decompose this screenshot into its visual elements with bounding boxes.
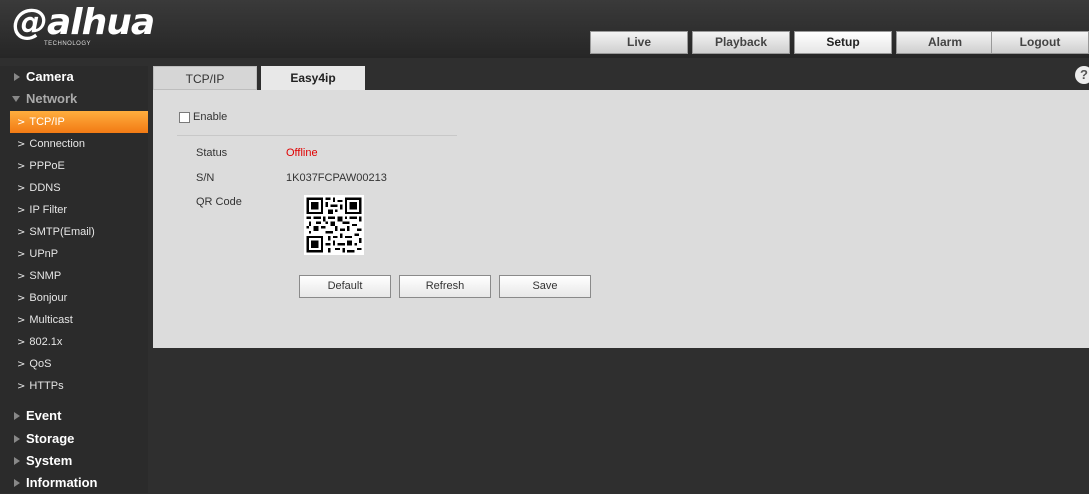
- collapse-arrow-icon: [12, 95, 20, 102]
- refresh-button[interactable]: Refresh: [399, 275, 491, 298]
- sidebar-item-qos[interactable]: > QoS: [0, 353, 148, 375]
- expand-arrow-icon: [14, 412, 20, 421]
- chevron-right-icon: >: [17, 359, 26, 370]
- nav-live[interactable]: Live: [590, 31, 688, 54]
- sidebar-item-label: SNMP: [29, 270, 62, 282]
- sidebar-category-camera[interactable]: Camera: [0, 66, 148, 88]
- save-button[interactable]: Save: [499, 275, 591, 298]
- sidebar-item-label: Multicast: [29, 314, 73, 326]
- sidebar-item-snmp[interactable]: > SNMP: [0, 265, 148, 287]
- nav-playback[interactable]: Playback: [692, 31, 790, 54]
- chevron-right-icon: >: [17, 381, 26, 392]
- sidebar-item-label: UPnP: [29, 248, 59, 260]
- sidebar-item-ddns[interactable]: > DDNS: [0, 177, 148, 199]
- sidebar-item-label: DDNS: [29, 182, 61, 194]
- nav-setup[interactable]: Setup: [794, 31, 892, 54]
- nav-logout[interactable]: Logout: [991, 31, 1089, 54]
- sidebar-item-ip-filter[interactable]: > IP Filter: [0, 199, 148, 221]
- sidebar-category-network[interactable]: Network: [0, 88, 148, 110]
- header-bar: @alhua TECHNOLOGY Live Playback Setup Al…: [0, 0, 1089, 58]
- expand-arrow-icon: [14, 479, 20, 488]
- sidebar-item-label: 802.1x: [29, 336, 63, 348]
- sidebar-item-8021x[interactable]: >802.1x: [0, 331, 148, 353]
- sidebar-item-label: SMTP(Email): [29, 226, 95, 238]
- sidebar-category-event[interactable]: Event: [0, 405, 148, 427]
- sidebar: Camera Network > TCP/IP > Connection > PPPo…: [0, 66, 148, 493]
- sidebar-item-label: IP Filter: [29, 204, 68, 216]
- brand-logo: @alhua TECHNOLOGY: [12, 2, 155, 48]
- chevron-right-icon: >: [17, 139, 26, 150]
- sidebar-category-label: Camera: [26, 69, 74, 84]
- sidebar-item-label: Connection: [29, 138, 86, 150]
- sidebar-item-multicast[interactable]: > Multicast: [0, 309, 148, 331]
- sidebar-item-connection[interactable]: > Connection: [0, 133, 148, 155]
- sn-value: 1K037FCPAW00213: [286, 172, 387, 184]
- sidebar-item-upnp[interactable]: > UPnP: [0, 243, 148, 265]
- sidebar-category-label: Storage: [26, 431, 75, 446]
- chevron-right-icon: >: [17, 271, 26, 282]
- chevron-right-icon: >: [17, 183, 26, 194]
- sn-label: S/N: [196, 172, 215, 184]
- chevron-right-icon: >: [17, 205, 26, 216]
- status-label: Status: [196, 147, 228, 159]
- sidebar-item-smtp[interactable]: > SMTP(Email): [0, 221, 148, 243]
- chevron-right-icon: >: [17, 337, 26, 348]
- chevron-right-icon: >: [17, 227, 26, 238]
- tab-tcpip[interactable]: TCP/IP: [153, 66, 257, 90]
- qr-code-label: QR Code: [196, 196, 242, 208]
- enable-checkbox[interactable]: [179, 112, 190, 123]
- chevron-right-icon: >: [17, 293, 26, 304]
- chevron-right-icon: >: [17, 161, 26, 172]
- divider: [177, 135, 457, 136]
- status-value: Offline: [286, 147, 318, 159]
- expand-arrow-icon: [14, 435, 20, 444]
- sidebar-category-label: Information: [26, 475, 98, 490]
- easy4ip-panel: Enable Status Offline S/N 1K037FCPAW0021…: [153, 90, 1089, 348]
- nav-alarm[interactable]: Alarm: [896, 31, 994, 54]
- sidebar-item-bonjour[interactable]: > Bonjour: [0, 287, 148, 309]
- sidebar-item-tcpip[interactable]: > TCP/IP: [10, 111, 148, 133]
- sidebar-item-label: PPPoE: [29, 160, 65, 172]
- chevron-right-icon: >: [17, 249, 26, 260]
- chevron-right-icon: >: [17, 117, 26, 128]
- sidebar-item-label: HTTPs: [29, 380, 64, 392]
- enable-label: Enable: [193, 111, 228, 123]
- qr-code-icon: [304, 195, 364, 255]
- chevron-right-icon: >: [17, 315, 26, 326]
- sidebar-item-https[interactable]: > HTTPs: [0, 375, 148, 397]
- sidebar-category-system[interactable]: System: [0, 450, 148, 472]
- sidebar-item-pppoe[interactable]: > PPPoE: [0, 155, 148, 177]
- expand-arrow-icon: [14, 457, 20, 466]
- sidebar-category-label: Network: [26, 91, 78, 106]
- sidebar-category-label: System: [26, 453, 73, 468]
- logo-wordmark: @alhua: [12, 2, 155, 43]
- sidebar-item-label: Bonjour: [29, 292, 68, 304]
- logo-text: alhua: [47, 2, 155, 43]
- sidebar-category-information[interactable]: Information: [0, 472, 148, 494]
- logo-subtitle: TECHNOLOGY: [44, 41, 92, 47]
- sidebar-category-storage[interactable]: Storage: [0, 428, 148, 450]
- sidebar-category-label: Event: [26, 408, 62, 423]
- sidebar-item-label: TCP/IP: [29, 116, 65, 128]
- default-button[interactable]: Default: [299, 275, 391, 298]
- expand-arrow-icon: [14, 73, 20, 82]
- sidebar-item-label: QoS: [29, 358, 52, 370]
- help-icon[interactable]: ?: [1075, 66, 1089, 84]
- qr-code-image: [304, 195, 364, 255]
- tab-easy4ip[interactable]: Easy4ip: [261, 66, 365, 90]
